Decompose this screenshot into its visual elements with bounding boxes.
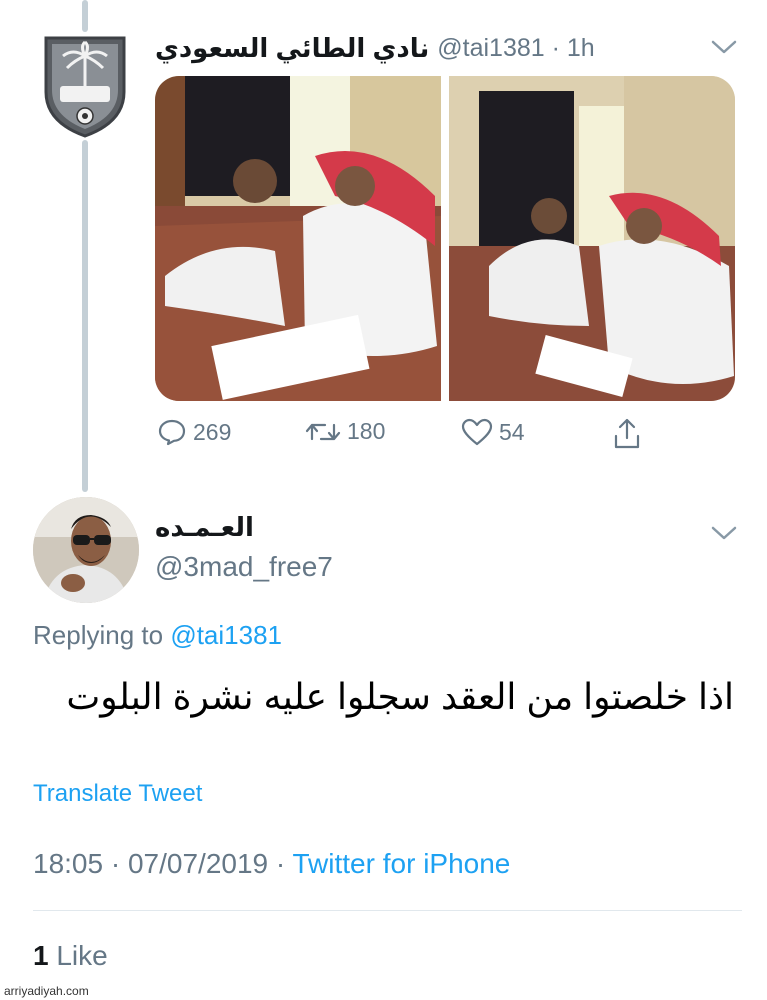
tweet-media[interactable] <box>155 76 735 401</box>
tweet-time[interactable]: 1h <box>567 34 595 62</box>
tweet-photo[interactable] <box>155 76 441 401</box>
watermark: arriyadiyah.com <box>4 984 89 998</box>
user-avatar[interactable] <box>33 497 139 603</box>
reply-text: اذا خلصتوا من العقد سجلوا عليه نشرة البل… <box>66 676 734 717</box>
like-action[interactable]: 54 <box>461 418 525 446</box>
tweet-actions: 269 180 54 <box>155 418 655 454</box>
author-name[interactable]: نادي الطائي السعودي <box>155 33 429 64</box>
chevron-down-icon[interactable] <box>710 38 738 56</box>
divider <box>33 910 742 911</box>
likes-summary[interactable]: 1 Like <box>33 940 108 972</box>
reply-count: 269 <box>193 418 232 445</box>
reply-action[interactable]: 269 <box>157 418 231 446</box>
retweet-icon <box>305 423 341 440</box>
club-avatar[interactable] <box>40 30 130 138</box>
reply-author-name[interactable]: العـمـده <box>155 512 254 543</box>
reply-icon <box>158 419 186 446</box>
like-count: 54 <box>499 418 525 445</box>
tweet-header: نادي الطائي السعودي @tai1381 · 1h <box>155 30 595 66</box>
avatar-photo <box>33 497 139 603</box>
replying-to-mention[interactable]: @tai1381 <box>170 620 282 650</box>
chevron-down-icon[interactable] <box>710 524 738 542</box>
meta-separator: · <box>551 33 560 62</box>
share-action[interactable] <box>613 418 641 450</box>
club-crest-icon <box>44 36 126 138</box>
tweet-source-link[interactable]: Twitter for iPhone <box>293 848 511 879</box>
replying-to: Replying to @tai1381 <box>33 620 282 651</box>
author-meta: @tai1381 · 1h <box>437 34 594 63</box>
author-handle[interactable]: @tai1381 <box>437 34 544 62</box>
tweet-timestamp-row: 18:05 · 07/07/2019 · Twitter for iPhone <box>33 848 510 880</box>
heart-icon <box>461 418 493 446</box>
like-total: 1 <box>33 940 49 971</box>
retweet-action[interactable]: 180 <box>305 418 385 445</box>
tweet-photo[interactable] <box>449 76 735 401</box>
thread-line <box>82 140 88 492</box>
meta-separator: · <box>110 848 121 879</box>
replying-to-label: Replying to <box>33 620 164 650</box>
like-label: Like <box>56 940 108 971</box>
tweet-date: 07/07/2019 <box>127 848 269 879</box>
retweet-count: 180 <box>347 418 386 444</box>
meta-separator: · <box>275 848 286 879</box>
translate-tweet-link[interactable]: Translate Tweet <box>33 780 202 808</box>
thread-line-top <box>82 0 88 32</box>
reply-author-handle[interactable]: @3mad_free7 <box>155 551 333 583</box>
photo-image <box>449 76 735 401</box>
photo-image <box>155 76 441 401</box>
tweet-time: 18:05 <box>33 848 104 879</box>
share-icon <box>614 418 640 449</box>
